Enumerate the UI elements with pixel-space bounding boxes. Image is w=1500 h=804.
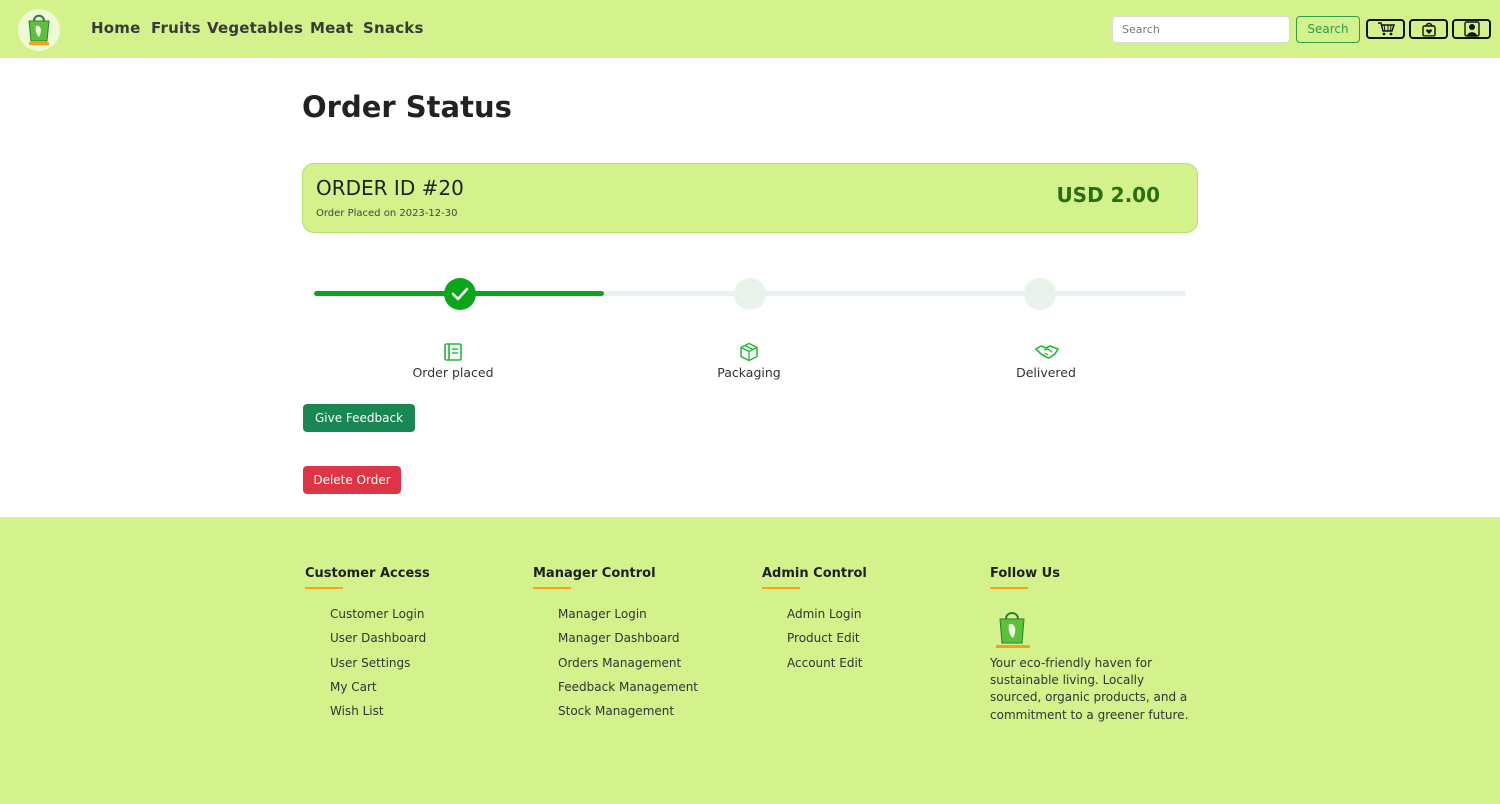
footer-link-my-cart[interactable]: My Cart: [330, 680, 430, 704]
user-icon: [1463, 21, 1480, 37]
step-dot-packaging: [734, 278, 766, 310]
nav-link-snacks[interactable]: Snacks: [363, 19, 424, 37]
order-id: ORDER ID #20: [316, 176, 464, 200]
box-icon: [740, 342, 758, 362]
step-label-delivered: Delivered: [1016, 365, 1076, 380]
footer-heading-follow: Follow Us: [990, 566, 1060, 581]
footer-heading-manager: Manager Control: [533, 566, 656, 581]
footer: Customer Access Customer Login User Dash…: [0, 517, 1500, 804]
heading-underline: [533, 587, 571, 589]
footer-link-wish-list[interactable]: Wish List: [330, 704, 430, 728]
heading-underline: [990, 587, 1028, 589]
navbar: Home Fruits Vegetables Meat Snacks Searc…: [0, 0, 1500, 58]
nav-link-fruits[interactable]: Fruits: [151, 19, 201, 37]
search-button[interactable]: Search: [1296, 16, 1360, 43]
footer-link-feedback-management[interactable]: Feedback Management: [558, 680, 698, 704]
heart-bag-icon: [1421, 22, 1436, 37]
page-title: Order Status: [302, 90, 512, 124]
order-total: USD 2.00: [1056, 183, 1160, 207]
footer-link-product-edit[interactable]: Product Edit: [787, 631, 867, 655]
footer-list-admin: Admin Login Product Edit Account Edit: [787, 607, 867, 680]
heading-underline: [762, 587, 800, 589]
footer-link-manager-login[interactable]: Manager Login: [558, 607, 698, 631]
footer-link-admin-login[interactable]: Admin Login: [787, 607, 867, 631]
wishlist-button[interactable]: [1409, 19, 1448, 39]
give-feedback-button[interactable]: Give Feedback: [303, 404, 415, 432]
check-icon: [451, 287, 469, 301]
footer-heading-admin: Admin Control: [762, 566, 867, 581]
order-summary-card: ORDER ID #20 Order Placed on 2023-12-30 …: [302, 163, 1198, 233]
nav-link-meat[interactable]: Meat: [310, 19, 353, 37]
step-dot-order-placed: [444, 278, 476, 310]
order-placed-date: Order Placed on 2023-12-30: [316, 208, 458, 219]
footer-list-customer: Customer Login User Dashboard User Setti…: [330, 607, 430, 728]
step-dot-delivered: [1024, 278, 1056, 310]
account-button[interactable]: [1452, 19, 1491, 39]
footer-brand-logo: [990, 609, 1036, 651]
nav-link-home[interactable]: Home: [91, 19, 140, 37]
delete-order-button[interactable]: Delete Order: [303, 466, 401, 494]
footer-link-user-settings[interactable]: User Settings: [330, 656, 430, 680]
footer-link-stock-management[interactable]: Stock Management: [558, 704, 698, 728]
search-input[interactable]: [1112, 16, 1290, 43]
footer-follow-us: Follow Us Your eco-friendly haven for su…: [990, 566, 1190, 724]
cart-button[interactable]: [1366, 19, 1405, 39]
nav-link-vegetables[interactable]: Vegetables: [207, 19, 303, 37]
brand-logo[interactable]: [18, 9, 60, 51]
footer-link-customer-login[interactable]: Customer Login: [330, 607, 430, 631]
footer-manager-control: Manager Control Manager Login Manager Da…: [533, 566, 698, 728]
shopping-bag-logo-icon: [996, 612, 1030, 648]
heading-underline: [305, 587, 343, 589]
handshake-icon: [1035, 345, 1059, 359]
footer-heading-customer: Customer Access: [305, 566, 430, 581]
footer-link-account-edit[interactable]: Account Edit: [787, 656, 867, 680]
footer-link-user-dashboard[interactable]: User Dashboard: [330, 631, 430, 655]
footer-admin-control: Admin Control Admin Login Product Edit A…: [762, 566, 867, 680]
footer-link-manager-dashboard[interactable]: Manager Dashboard: [558, 631, 698, 655]
footer-link-orders-management[interactable]: Orders Management: [558, 656, 698, 680]
shopping-bag-logo-icon: [28, 14, 50, 45]
notebook-icon: [444, 343, 462, 361]
step-label-packaging: Packaging: [717, 365, 781, 380]
step-label-order-placed: Order placed: [412, 365, 494, 380]
footer-customer-access: Customer Access Customer Login User Dash…: [305, 566, 430, 728]
footer-about-text: Your eco-friendly haven for sustainable …: [990, 656, 1189, 722]
footer-list-manager: Manager Login Manager Dashboard Orders M…: [558, 607, 698, 728]
cart-icon: [1377, 22, 1395, 36]
